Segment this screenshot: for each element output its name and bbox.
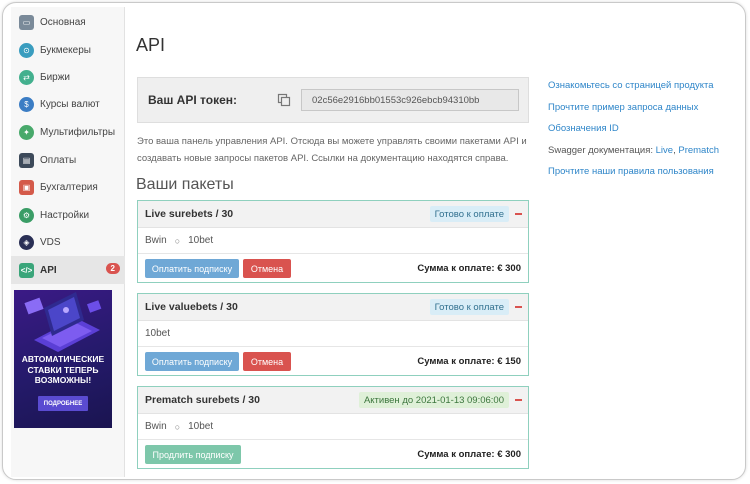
swagger-label: Swagger документация: — [548, 144, 653, 156]
packages-title: Ваши пакеты — [136, 176, 234, 193]
swagger-separator: , — [673, 144, 676, 156]
promo-details-button[interactable]: ПОДРОБНЕЕ — [38, 396, 88, 411]
rules-link[interactable]: Прочтите наши правила пользования — [548, 166, 714, 177]
notification-badge: 2 — [105, 263, 120, 274]
remove-icon[interactable] — [515, 306, 522, 308]
package-card: Live valuebets / 30 Готово к оплате 10be… — [137, 293, 529, 376]
swagger-live-link[interactable]: Live — [656, 145, 673, 156]
accounting-icon: ▣ — [19, 179, 34, 195]
package-card: Prematch surebets / 30 Активен до 2021-0… — [137, 386, 529, 469]
swagger-prematch-link[interactable]: Prematch — [678, 145, 719, 156]
sidebar-item-settings[interactable]: ⚙ Настройки — [11, 202, 125, 228]
promo-banner[interactable]: АВТОМАТИЧЕСКИЕ СТАВКИ ТЕПЕРЬ ВОЗМОЖНЫ! П… — [14, 290, 112, 428]
package-title: Prematch surebets / 30 — [145, 394, 260, 406]
sidebar-item-label: Курсы валют — [40, 98, 100, 110]
sidebar-item-main[interactable]: ▭ Основная — [11, 9, 125, 35]
vds-icon: ◈ — [19, 234, 34, 250]
status-badge: Активен до 2021-01-13 09:06:00 — [358, 392, 509, 408]
app-window: ▭ Основная ⊙ Букмекеры ⇄ Биржи $ Курсы в… — [2, 2, 746, 480]
extend-subscription-button[interactable]: Продлить подписку — [145, 445, 241, 464]
data-example-link[interactable]: Прочтите пример запроса данных — [548, 102, 698, 113]
cancel-button[interactable]: Отмена — [243, 259, 291, 278]
pay-subscription-button[interactable]: Оплатить подписку — [145, 259, 239, 278]
product-page-link[interactable]: Ознакомьтесь со страницей продукта — [548, 80, 714, 91]
payments-icon: ▤ — [19, 152, 34, 168]
amount-due: Сумма к оплате: € 300 — [417, 263, 521, 274]
package-header: Live valuebets / 30 Готово к оплате — [138, 294, 528, 321]
sidebar: ▭ Основная ⊙ Букмекеры ⇄ Биржи $ Курсы в… — [11, 7, 125, 477]
circle-separator-icon: ○ — [174, 421, 181, 432]
api-description: Это ваша панель управления API. Отсюда в… — [137, 136, 527, 164]
currency-icon: $ — [19, 96, 34, 112]
copy-icon[interactable] — [277, 93, 291, 107]
sidebar-item-label: VDS — [40, 236, 61, 248]
amount-due: Сумма к оплате: € 150 — [417, 356, 521, 367]
bookmaker-name: 10bet — [188, 235, 214, 246]
status-badge: Готово к оплате — [429, 206, 509, 222]
package-footer: Оплатить подписку Отмена Сумма к оплате:… — [138, 347, 528, 375]
settings-icon: ⚙ — [19, 207, 34, 223]
package-header: Prematch surebets / 30 Активен до 2021-0… — [138, 387, 528, 414]
api-icon: </> — [19, 262, 34, 278]
pay-subscription-button[interactable]: Оплатить подписку — [145, 352, 239, 371]
id-meanings-link[interactable]: Обозначения ID — [548, 123, 619, 134]
package-bookmakers: 10bet — [138, 321, 528, 347]
sidebar-item-label: Настройки — [40, 209, 90, 221]
sidebar-item-label: API — [40, 264, 57, 276]
package-footer: Продлить подписку Сумма к оплате: € 300 — [138, 440, 528, 468]
sidebar-item-exchanges[interactable]: ⇄ Биржи — [11, 64, 125, 90]
package-title: Live valuebets / 30 — [145, 301, 238, 313]
bookmaker-name: Bwin — [145, 235, 167, 246]
sidebar-item-label: Биржи — [40, 71, 70, 83]
multifilter-icon: ✦ — [19, 124, 34, 140]
sidebar-item-accounting[interactable]: ▣ Бухгалтерия — [11, 174, 125, 200]
page-title: API — [136, 35, 166, 55]
exchange-icon: ⇄ — [19, 69, 34, 85]
sidebar-item-label: Букмекеры — [40, 44, 91, 56]
package-header: Live surebets / 30 Готово к оплате — [138, 201, 528, 228]
package-title: Live surebets / 30 — [145, 208, 234, 220]
sidebar-item-label: Основная — [40, 16, 86, 28]
amount-due: Сумма к оплате: € 300 — [417, 449, 521, 460]
sidebar-item-label: Оплаты — [40, 154, 77, 166]
sidebar-item-bookmakers[interactable]: ⊙ Букмекеры — [11, 37, 125, 63]
package-bookmakers: Bwin ○ 10bet — [138, 414, 528, 440]
sidebar-item-currency[interactable]: $ Курсы валют — [11, 91, 125, 117]
home-icon: ▭ — [19, 14, 34, 30]
laptop-illustration-icon — [24, 292, 102, 352]
sidebar-item-payments[interactable]: ▤ Оплаты — [11, 147, 125, 173]
sidebar-item-label: Мультифильтры — [40, 126, 116, 138]
sidebar-item-label: Бухгалтерия — [40, 181, 98, 193]
package-bookmakers: Bwin ○ 10bet — [138, 228, 528, 254]
bookmaker-name: 10bet — [188, 421, 214, 432]
documentation-links: Ознакомьтесь со страницей продукта Прочт… — [548, 80, 738, 188]
package-card: Live surebets / 30 Готово к оплате Bwin … — [137, 200, 529, 283]
bookmakers-icon: ⊙ — [19, 42, 34, 58]
api-token-field[interactable]: 02c56e2916bb01553c926ebcb94310bb — [301, 89, 519, 111]
package-footer: Оплатить подписку Отмена Сумма к оплате:… — [138, 254, 528, 282]
cancel-button[interactable]: Отмена — [243, 352, 291, 371]
sidebar-item-multifilters[interactable]: ✦ Мультифильтры — [11, 119, 125, 145]
remove-icon[interactable] — [515, 213, 522, 215]
bookmaker-name: 10bet — [145, 328, 171, 339]
sidebar-item-api[interactable]: </> API 2 — [11, 256, 125, 284]
status-badge: Готово к оплате — [429, 299, 509, 315]
sidebar-item-vds[interactable]: ◈ VDS — [11, 229, 125, 255]
api-token-panel: Ваш API токен: 02c56e2916bb01553c926ebcb… — [137, 77, 529, 123]
bookmaker-name: Bwin — [145, 421, 167, 432]
promo-text: АВТОМАТИЧЕСКИЕ СТАВКИ ТЕПЕРЬ ВОЗМОЖНЫ! — [21, 354, 105, 385]
remove-icon[interactable] — [515, 399, 522, 401]
circle-separator-icon: ○ — [174, 235, 181, 246]
token-label: Ваш API токен: — [148, 93, 237, 107]
